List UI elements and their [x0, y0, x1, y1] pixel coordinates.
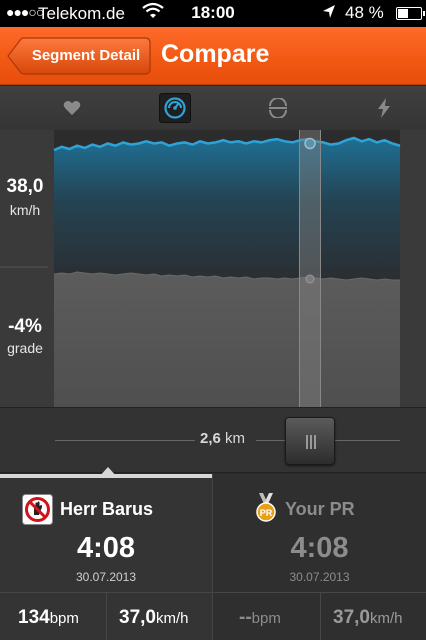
stats-divider [320, 593, 321, 640]
rider-date: 30.07.2013 [75, 570, 137, 584]
tab-power[interactable] [368, 93, 400, 123]
comparison-chart[interactable]: 38,0 km/h -4% grade [0, 130, 426, 407]
slider-track-left [55, 440, 195, 441]
distance-unit: km [225, 430, 246, 447]
rider-bpm-unit: bpm [49, 610, 79, 627]
chart-canvas [0, 130, 401, 407]
battery-percent: 48 % [345, 3, 384, 22]
back-button-label: Segment Detail [31, 47, 141, 64]
distance-value: 2,6 [200, 430, 221, 447]
scrub-handle[interactable] [299, 130, 321, 407]
selection-pointer [98, 467, 118, 478]
page-title: Compare [161, 40, 270, 68]
svg-text:PR: PR [260, 508, 273, 518]
navigation-bar: Segment Detail Compare [0, 27, 426, 85]
pr-heart-rate: --bpm [239, 607, 281, 629]
status-bar: ●●●○○ Telekom.de 18:00 48 % [0, 0, 426, 27]
pr-name: Your PR [285, 499, 355, 519]
compare-screen: ●●●○○ Telekom.de 18:00 48 % Segment Deta… [0, 0, 426, 640]
heart-icon [63, 101, 81, 115]
medal-icon: PR [255, 492, 277, 529]
distance-readout: 2,6 km [200, 430, 245, 447]
personal-record-panel[interactable]: PR Your PR 4:08 30.07.2013 --bpm 37,0km/… [212, 474, 426, 640]
tab-heart-rate[interactable] [56, 93, 88, 123]
rider-time: 4:08 [76, 532, 136, 564]
rider-name: Herr Barus [60, 499, 154, 519]
pr-bpm-value: -- [239, 607, 252, 628]
back-button[interactable]: Segment Detail [7, 37, 151, 75]
rider-name-row: Herr Barus [0, 494, 212, 526]
rider-stats: 134bpm 37,0km/h [0, 592, 212, 640]
rider-speed-value: 37,0 [119, 607, 156, 628]
speed-area [54, 138, 400, 280]
slider-knob[interactable] [285, 417, 335, 465]
tab-cadence[interactable] [262, 93, 294, 123]
tab-speed[interactable] [159, 93, 191, 123]
speed-unit: km/h [9, 202, 41, 218]
rider-speed-unit: km/h [155, 610, 189, 627]
pr-stats: --bpm 37,0km/h [213, 592, 426, 640]
grade-unit: grade [7, 340, 43, 356]
grade-value: -4% [8, 316, 42, 337]
grip-icon [306, 435, 316, 449]
speed-value: 38,0 [6, 176, 44, 197]
pr-time: 4:08 [290, 532, 349, 564]
metric-tab-bar [0, 85, 426, 130]
grade-area [54, 272, 400, 407]
location-arrow-icon [322, 4, 336, 25]
rider-speed: 37,0km/h [119, 607, 189, 629]
rider-panel[interactable]: Herr Barus 4:08 30.07.2013 134bpm 37,0km… [0, 474, 212, 640]
cadence-icon [269, 98, 287, 118]
pr-date: 30.07.2013 [289, 570, 350, 584]
battery-icon [396, 7, 425, 20]
pr-name-row: PR Your PR [213, 492, 426, 529]
pr-speed-value: 37,0 [333, 607, 370, 628]
speedometer-icon [164, 97, 186, 119]
rider-heart-rate: 134bpm [18, 607, 79, 629]
no-pushing-badge-icon [22, 494, 53, 530]
distance-slider[interactable]: 2,6 km [0, 407, 426, 473]
pr-bpm-unit: bpm [251, 610, 281, 627]
power-bolt-icon [378, 98, 390, 118]
pr-speed: 37,0km/h [333, 607, 403, 629]
pr-speed-unit: km/h [369, 610, 403, 627]
rider-bpm-value: 134 [18, 607, 50, 628]
stats-divider [106, 593, 107, 640]
